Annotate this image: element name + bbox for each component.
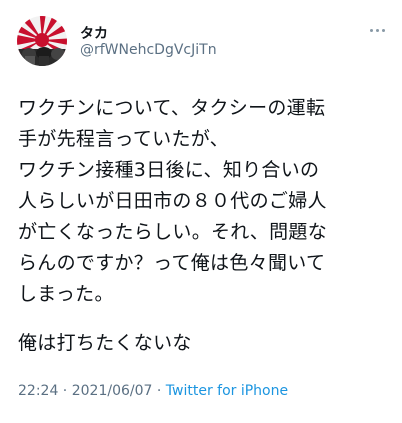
tweet-text: ワクチンについて、タクシーの運転 手が先程言っていたが、 ワクチン接種3日後に、… — [18, 97, 327, 305]
meta-separator: · — [58, 383, 72, 399]
display-name[interactable]: タカ — [80, 23, 108, 43]
user-handle[interactable]: @rfWNehcDgVcJiTn — [80, 42, 217, 58]
avatar[interactable] — [17, 16, 67, 66]
tweet-date[interactable]: 2021/06/07 — [72, 383, 153, 399]
tweet-text-second-paragraph: 俺は打ちたくないな — [18, 332, 192, 354]
tweet-meta: 22:24 · 2021/06/07 · Twitter for iPhone — [18, 383, 288, 399]
tweet-card: タカ @rfWNehcDgVcJiTn ワクチンについて、タクシーの運転 手が先… — [0, 0, 402, 423]
rising-sun-flag-icon — [17, 16, 67, 66]
tweet-source-link[interactable]: Twitter for iPhone — [166, 383, 288, 399]
meta-separator: · — [152, 383, 166, 399]
tweet-time[interactable]: 22:24 — [18, 383, 58, 399]
more-icon[interactable] — [366, 26, 388, 36]
